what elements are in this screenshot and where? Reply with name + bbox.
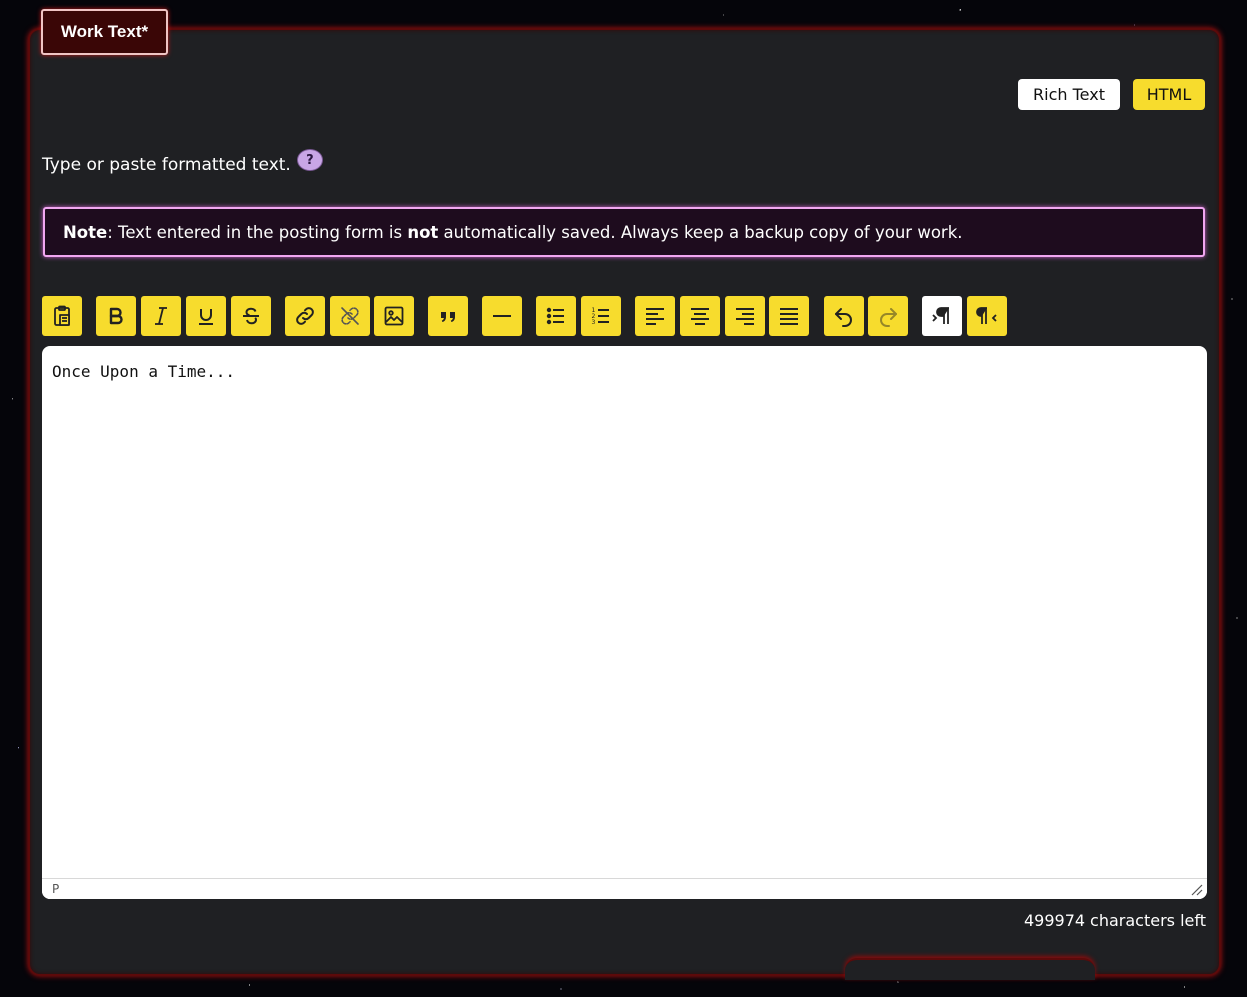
paste-button[interactable] [42, 296, 82, 336]
numbered-list-button[interactable]: 123 [581, 296, 621, 336]
justify-button[interactable] [769, 296, 809, 336]
strikethrough-button[interactable] [231, 296, 271, 336]
editor-instructions: Type or paste formatted text. ? [42, 149, 323, 177]
horizontal-line-icon [493, 315, 511, 317]
character-counter: 499974 characters left [1024, 910, 1206, 930]
backup-notice: Note: Text entered in the posting form i… [43, 207, 1205, 257]
blockquote-button[interactable] [428, 296, 468, 336]
editor-content[interactable]: Once Upon a Time... [52, 362, 1197, 381]
bullet-list-icon [546, 307, 564, 325]
justify-icon [780, 308, 798, 325]
align-right-icon [736, 308, 754, 325]
undo-icon [835, 308, 852, 327]
bold-button[interactable] [96, 296, 136, 336]
rich-text-editor[interactable]: Once Upon a Time... P [42, 346, 1207, 899]
element-path[interactable]: P [52, 882, 59, 896]
resize-handle-icon[interactable] [1191, 884, 1203, 896]
insert-link-button[interactable] [285, 296, 325, 336]
character-count: 499974 [1023, 910, 1086, 930]
underline-icon [199, 309, 213, 325]
bold-icon [109, 307, 123, 325]
underline-button[interactable] [186, 296, 226, 336]
html-mode-button[interactable]: HTML [1133, 79, 1205, 110]
left-to-right-button[interactable] [922, 296, 962, 336]
align-center-button[interactable] [680, 296, 720, 336]
insert-image-button[interactable] [374, 296, 414, 336]
panel-notch [845, 958, 1095, 980]
link-icon [296, 307, 314, 325]
notice-text-after: automatically saved. Always keep a backu… [438, 222, 963, 242]
italic-icon [155, 307, 167, 325]
align-center-icon [691, 308, 709, 325]
align-left-button[interactable] [635, 296, 675, 336]
quote-icon [441, 312, 455, 322]
rich-text-mode-label: Rich Text [1033, 85, 1105, 104]
notice-text-before: : Text entered in the posting form is [107, 222, 408, 242]
horizontal-rule-button[interactable] [482, 296, 522, 336]
clipboard-icon [54, 305, 70, 326]
bulleted-list-button[interactable] [536, 296, 576, 336]
section-tab-label: Work Text* [60, 22, 149, 41]
undo-button[interactable] [824, 296, 864, 336]
help-icon-label: ? [306, 152, 314, 168]
html-mode-label: HTML [1146, 85, 1192, 104]
right-to-left-button[interactable] [967, 296, 1007, 336]
redo-icon [880, 308, 897, 327]
align-right-button[interactable] [725, 296, 765, 336]
numbered-list-icon: 123 [592, 307, 609, 326]
instructions-text: Type or paste formatted text. [42, 155, 291, 175]
italic-button[interactable] [141, 296, 181, 336]
strikethrough-icon [243, 307, 259, 325]
svg-text:3: 3 [592, 319, 596, 326]
section-tab-work-text: Work Text* [41, 9, 168, 55]
editor-status-bar: P [42, 878, 1207, 899]
unlink-icon [341, 307, 359, 325]
remove-link-button[interactable] [330, 296, 370, 336]
rich-text-mode-button[interactable]: Rich Text [1018, 79, 1120, 110]
notice-emphasis: not [407, 222, 439, 242]
notice-label: Note [63, 222, 108, 242]
rtl-paragraph-icon [976, 307, 997, 324]
image-icon [384, 306, 404, 326]
redo-button[interactable] [868, 296, 908, 336]
ltr-paragraph-icon [932, 307, 949, 324]
editor-toolbar: 123 [42, 296, 1042, 336]
character-count-suffix: characters left [1090, 910, 1206, 930]
help-icon[interactable]: ? [296, 149, 323, 171]
align-left-icon [646, 308, 664, 325]
